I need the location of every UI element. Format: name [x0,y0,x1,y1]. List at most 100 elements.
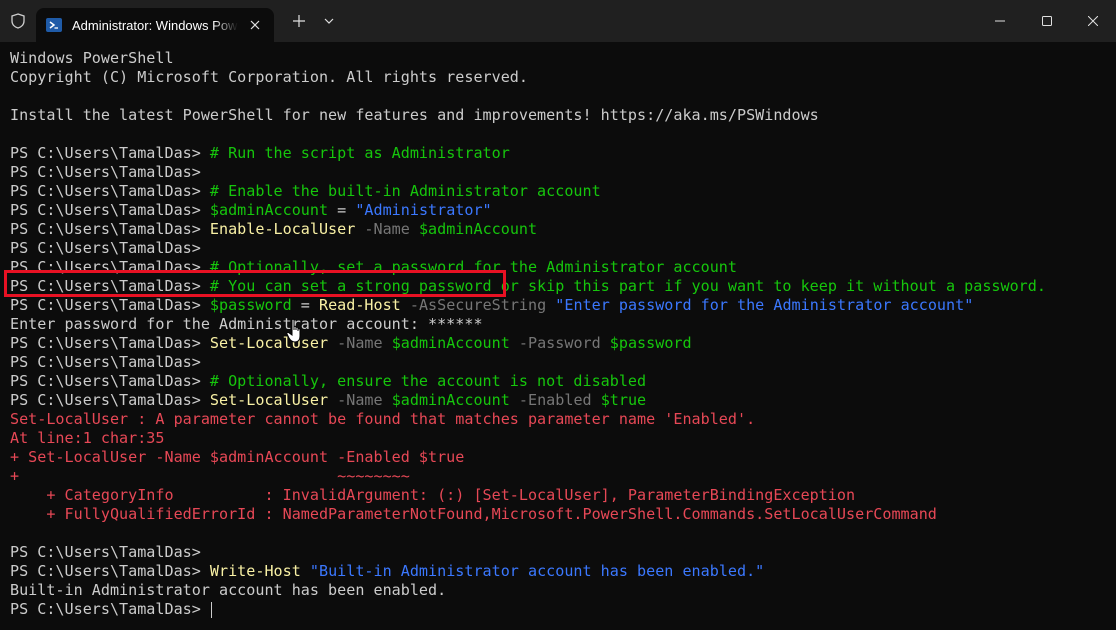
terminal-text: -Password [509,334,610,352]
terminal-line: PS C:\Users\TamalDas> Set-LocalUser -Nam… [10,334,1116,353]
terminal-text: + ~~~~~~~~ [10,467,410,485]
terminal-text: $true [600,391,647,409]
terminal-text: $adminAccount [418,220,538,238]
powershell-icon [46,18,62,32]
terminal-line: + ~~~~~~~~ [10,467,1116,486]
terminal-text: $adminAccount [209,201,329,219]
terminal-line: PS C:\Users\TamalDas> [10,239,1116,258]
terminal-text: # Optionally, ensure the account is not … [209,372,647,390]
minimize-button[interactable] [976,0,1023,42]
terminal-line: PS C:\Users\TamalDas> # Optionally, ensu… [10,372,1116,391]
terminal-text: PS C:\Users\TamalDas> [10,562,210,580]
maximize-button[interactable] [1023,0,1070,42]
terminal-line: Enter password for the Administrator acc… [10,315,1116,334]
terminal-text: Read-Host [318,296,401,314]
terminal-text: = [328,201,356,219]
terminal-text: Copyright (C) Microsoft Corporation. All… [10,68,528,86]
terminal-text: + CategoryInfo : InvalidArgument: (:) [S… [10,486,856,504]
terminal-line: PS C:\Users\TamalDas> # Run the script a… [10,144,1116,163]
terminal-text: -Name [328,391,392,409]
terminal-text: PS C:\Users\TamalDas> [10,258,210,276]
terminal-text: "Built-in Administrator account has been… [309,562,765,580]
terminal-text: PS C:\Users\TamalDas> [10,353,201,371]
terminal-text: PS C:\Users\TamalDas> [10,334,210,352]
terminal-text: $password [209,296,292,314]
title-bar: Administrator: Windows PowerShell [0,0,1116,42]
close-button[interactable] [1070,0,1116,42]
terminal-text: # You can set a strong password or skip … [209,277,1046,295]
terminal-text: PS C:\Users\TamalDas> [10,239,201,257]
terminal-text: -Name [355,220,419,238]
text-cursor [210,601,213,618]
terminal-text: + Set-LocalUser -Name $adminAccount -Ena… [10,448,465,466]
new-tab-button[interactable] [284,6,314,36]
terminal-text: Windows PowerShell [10,49,174,67]
terminal-text: PS C:\Users\TamalDas> [10,543,201,561]
terminal-line: + FullyQualifiedErrorId : NamedParameter… [10,505,1116,524]
terminal-text: # Optionally, set a password for the Adm… [209,258,737,276]
terminal-line: PS C:\Users\TamalDas> $password = Read-H… [10,296,1116,315]
terminal-text: PS C:\Users\TamalDas> [10,220,210,238]
terminal-line: PS C:\Users\TamalDas> $adminAccount = "A… [10,201,1116,220]
terminal-line: + Set-LocalUser -Name $adminAccount -Ena… [10,448,1116,467]
terminal-line: Install the latest PowerShell for new fe… [10,106,1116,125]
terminal-line: PS C:\Users\TamalDas> Write-Host "Built-… [10,562,1116,581]
terminal-line: Set-LocalUser : A parameter cannot be fo… [10,410,1116,429]
terminal-text: PS C:\Users\TamalDas> [10,277,210,295]
terminal-text: -Enabled [509,391,601,409]
terminal-text: PS C:\Users\TamalDas> [10,391,210,409]
terminal-text: # Enable the built-in Administrator acco… [209,182,601,200]
close-icon[interactable] [244,14,266,36]
terminal-text: PS C:\Users\TamalDas> [10,296,210,314]
shield-icon [0,0,36,42]
terminal-line: Built-in Administrator account has been … [10,581,1116,600]
terminal-line: PS C:\Users\TamalDas> [10,163,1116,182]
terminal-line: PS C:\Users\TamalDas> # You can set a st… [10,277,1116,296]
terminal-text: $adminAccount [391,334,510,352]
terminal-text: PS C:\Users\TamalDas> [10,182,210,200]
terminal-line: PS C:\Users\TamalDas> [10,600,1116,619]
terminal-line: Windows PowerShell [10,49,1116,68]
terminal-line: PS C:\Users\TamalDas> Enable-LocalUser -… [10,220,1116,239]
terminal-text: -Name [328,334,392,352]
terminal-text: Enable-LocalUser [209,220,356,238]
terminal-text: Built-in Administrator account has been … [10,581,447,599]
terminal-text: # Run the script as Administrator [209,144,510,162]
terminal-line: Copyright (C) Microsoft Corporation. All… [10,68,1116,87]
terminal-text: At line:1 char:35 [10,429,165,447]
terminal-line: + CategoryInfo : InvalidArgument: (:) [S… [10,486,1116,505]
terminal-text: $adminAccount [391,391,510,409]
tab-powershell[interactable]: Administrator: Windows PowerShell [36,8,274,42]
terminal-text: -AsSecureString [400,296,556,314]
terminal-text: PS C:\Users\TamalDas> [10,600,210,618]
terminal-output[interactable]: Windows PowerShell Copyright (C) Microsof… [0,42,1116,630]
terminal-text: Enter password for the Administrator acc… [10,315,483,333]
terminal-text: = [291,296,319,314]
terminal-line: PS C:\Users\TamalDas> Set-LocalUser -Nam… [10,391,1116,410]
terminal-text: Set-LocalUser : A parameter cannot be fo… [10,410,756,428]
terminal-text: Set-LocalUser [209,391,329,409]
terminal-text: Write-Host [209,562,301,580]
terminal-text: PS C:\Users\TamalDas> [10,372,210,390]
terminal-line: PS C:\Users\TamalDas> # Optionally, set … [10,258,1116,277]
hand-cursor-icon [286,318,306,344]
terminal-line: PS C:\Users\TamalDas> # Enable the built… [10,182,1116,201]
terminal-text: $password [609,334,692,352]
terminal-line: PS C:\Users\TamalDas> [10,353,1116,372]
terminal-text: PS C:\Users\TamalDas> [10,144,210,162]
chevron-down-icon[interactable] [314,6,344,36]
terminal-text: Install the latest PowerShell for new fe… [10,106,819,124]
terminal-line: At line:1 char:35 [10,429,1116,448]
terminal-text: "Administrator" [355,201,492,219]
terminal-text: Set-LocalUser [209,334,329,352]
terminal-line: PS C:\Users\TamalDas> [10,543,1116,562]
terminal-text: PS C:\Users\TamalDas> [10,163,201,181]
terminal-text: PS C:\Users\TamalDas> [10,201,210,219]
terminal-text: "Enter password for the Administrator ac… [555,296,974,314]
terminal-text: + FullyQualifiedErrorId : NamedParameter… [10,505,937,523]
tab-title: Administrator: Windows PowerShell [72,17,238,33]
